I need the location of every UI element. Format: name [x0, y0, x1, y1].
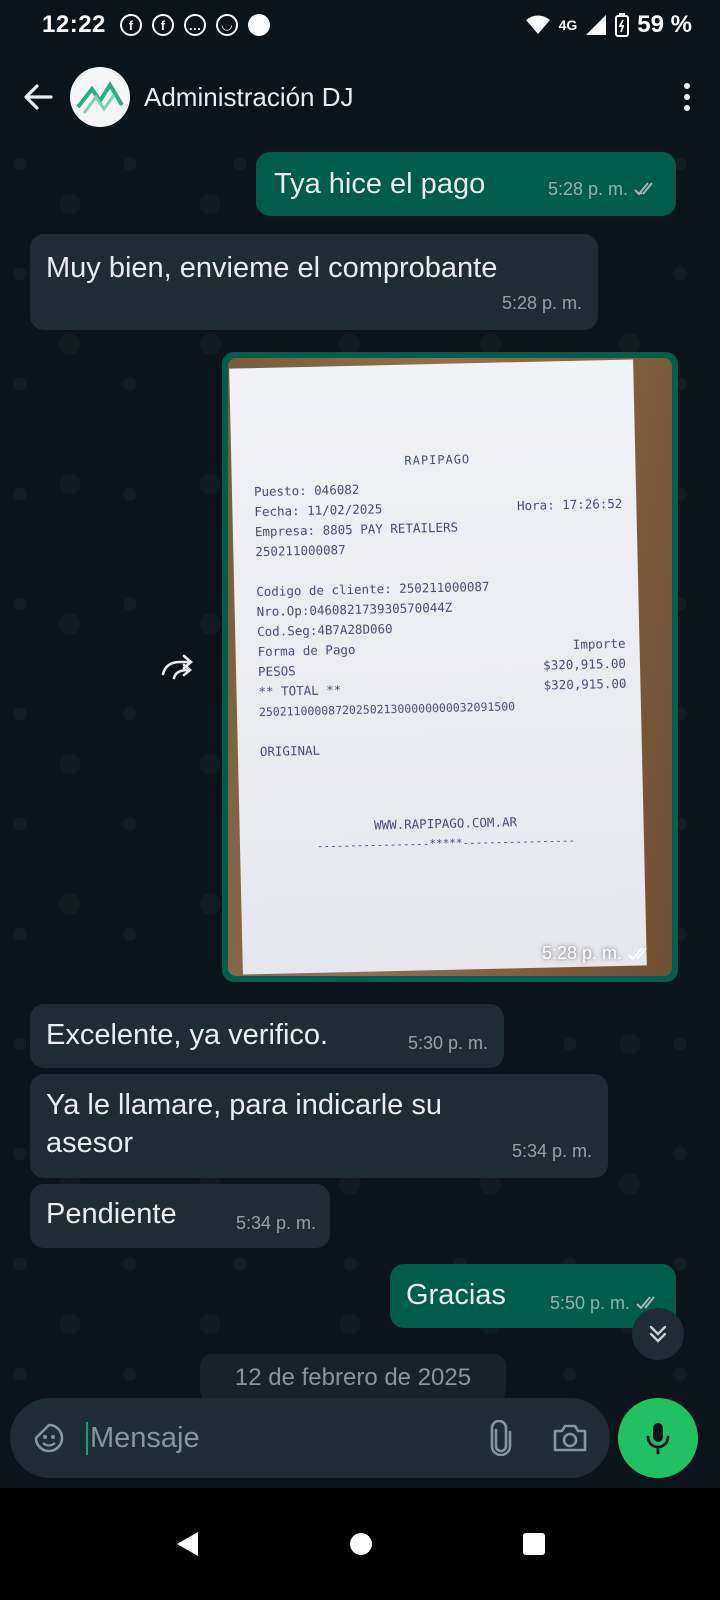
logo-icon [76, 81, 124, 114]
message-composer[interactable]: Mensaje [10, 1398, 610, 1478]
scroll-to-bottom-button[interactable] [632, 1308, 684, 1360]
mask-icon: ◡ [215, 14, 238, 36]
receipt-total-value: $320,915.00 [543, 675, 627, 693]
receipt-forma-pago: Forma de Pago [257, 641, 356, 660]
system-navigation-bar [0, 1488, 720, 1600]
back-arrow-icon [24, 84, 53, 110]
microphone-icon [646, 1423, 670, 1455]
message-meta: 5:34 p. m. [236, 1204, 316, 1242]
receipt-importe-label: Importe [572, 635, 626, 652]
nav-back-icon[interactable] [174, 1530, 200, 1558]
contact-name[interactable]: Administración DJ [144, 82, 354, 113]
sticker-icon[interactable] [32, 1421, 66, 1455]
double-check-icon [628, 946, 647, 960]
message-bubble-incoming[interactable]: Excelente, ya verifico. 5:30 p. m. [30, 1004, 504, 1068]
wifi-icon [525, 15, 550, 34]
double-chevron-down-icon [649, 1325, 667, 1343]
image-message[interactable]: RAPIPAGO Puesto: 046082 Fecha: 11/02/202… [222, 352, 678, 982]
message-meta: 5:30 p. m. [408, 1024, 488, 1062]
attach-icon[interactable] [488, 1420, 514, 1456]
receipt-pesos-label: PESOS [257, 663, 296, 680]
message-bubble-outgoing[interactable]: Tya hice el pago 5:28 p. m. [256, 152, 676, 216]
signal-icon [586, 15, 607, 35]
message-time: 5:30 p. m. [407, 1033, 488, 1053]
contact-avatar[interactable] [70, 67, 130, 127]
message-time: 5:50 p. m. [549, 1293, 630, 1313]
image-meta: 5:28 p. m. [542, 943, 654, 964]
message-time: 5:28 p. m. [541, 943, 622, 963]
message-input[interactable]: Mensaje [86, 1421, 200, 1455]
camera-icon[interactable] [552, 1423, 588, 1453]
message-text: Gracias [406, 1279, 506, 1311]
message-bubble-outgoing[interactable]: Gracias 5:50 p. m. [390, 1264, 676, 1328]
message-bubble-incoming[interactable]: Muy bien, envieme el comprobante 5:28 p.… [30, 234, 598, 330]
message-text: Muy bien, envieme el comprobante [46, 252, 498, 284]
chat-header: Administración DJ [0, 50, 720, 144]
status-time: 12:22 [42, 11, 106, 38]
receipt-brand: RAPIPAGO [404, 452, 471, 468]
message-bubble-incoming[interactable]: Pendiente 5:34 p. m. [30, 1184, 330, 1248]
message-time: 5:28 p. m. [501, 293, 582, 313]
message-bubble-incoming[interactable]: Ya le llamare, para indicarle su asesor … [30, 1074, 608, 1178]
receipt-pesos-value: $320,915.00 [543, 655, 627, 673]
battery-icon [615, 13, 630, 37]
nav-recents-icon[interactable] [522, 1532, 546, 1556]
menu-dot [684, 83, 690, 89]
notification-icons: f f … ◡ [119, 14, 270, 36]
more-notifications-dot [247, 14, 270, 36]
menu-dot [684, 94, 690, 100]
receipt-spacer [260, 754, 629, 818]
receipt-paper: RAPIPAGO Puesto: 046082 Fecha: 11/02/202… [229, 359, 647, 975]
status-right: 4G 59 % [525, 11, 692, 39]
message-time: 5:28 p. m. [547, 179, 628, 199]
voice-message-button[interactable] [618, 1398, 698, 1478]
message-meta: 5:34 p. m. [512, 1132, 592, 1170]
message-meta: 5:28 p. m. [502, 284, 582, 322]
message-text: Ya le llamare, para indicarle su asesor [46, 1089, 442, 1159]
message-time: 5:34 p. m. [511, 1141, 592, 1161]
message-meta: 5:28 p. m. [548, 170, 660, 208]
receipt-photo[interactable]: RAPIPAGO Puesto: 046082 Fecha: 11/02/202… [228, 358, 672, 976]
forward-button[interactable] [160, 652, 198, 682]
network-type: 4G [558, 17, 578, 33]
message-text: Pendiente [46, 1198, 177, 1230]
chat-area[interactable]: Tya hice el pago 5:28 p. m. Muy bien, en… [0, 144, 720, 1402]
message-time: 5:34 p. m. [235, 1213, 316, 1233]
message-text: Excelente, ya verifico. [46, 1019, 329, 1051]
message-text: Tya hice el pago [274, 168, 486, 200]
date-divider: 12 de febrero de 2025 [200, 1354, 506, 1402]
back-button[interactable] [18, 77, 58, 117]
nav-home-icon[interactable] [348, 1531, 374, 1557]
menu-dot [684, 105, 690, 111]
receipt-hora: Hora: 17:26:52 [516, 495, 623, 514]
receipt-total-label: ** TOTAL ** [258, 682, 342, 700]
status-bar: 12:22 f f … ◡ 4G 59 % [0, 0, 720, 50]
battery-percent: 59 % [637, 11, 692, 38]
forward-icon [161, 654, 193, 680]
chat-bubble-icon: … [183, 14, 206, 36]
facebook-icon: f [119, 14, 142, 36]
double-check-icon [634, 182, 653, 196]
facebook-icon: f [151, 14, 174, 36]
more-options-button[interactable] [672, 77, 702, 117]
